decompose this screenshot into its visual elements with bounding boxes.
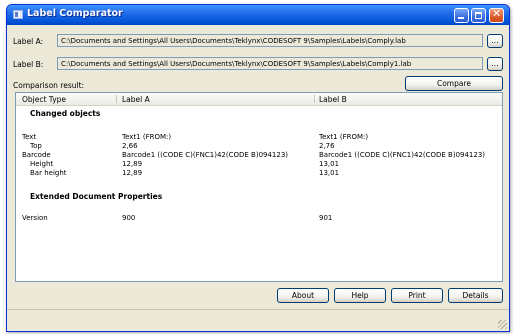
row-label-b-value: 901 [319, 214, 333, 222]
maximize-button[interactable] [471, 8, 486, 23]
label-a-path-field[interactable]: C:\Documents and Settings\All Users\Docu… [57, 34, 483, 47]
status-bar [7, 310, 509, 331]
minimize-button[interactable] [454, 8, 469, 23]
row-type: Height [30, 160, 54, 168]
app-icon [13, 10, 23, 19]
section-title-extended-document-properties: Extended Document Properties [30, 192, 163, 201]
section-title-changed-objects: Changed objects [30, 109, 101, 118]
label-comparator-window: Label Comparator ✕ Label A: C:\Documents… [6, 4, 510, 332]
row-label-a-value: 900 [122, 214, 136, 222]
maximize-icon [475, 12, 482, 19]
row-label-a-value: 12,89 [122, 169, 143, 177]
row-label-a-value: Barcode1 ((CODE C)(FNC1)42(CODE B)094123… [122, 151, 289, 159]
comparison-result-grid[interactable]: Object Type Label A Label B Changed obje… [15, 92, 503, 282]
row-type: Version [22, 214, 48, 222]
comparison-result-label: Comparison result: [13, 81, 85, 90]
column-header-object-type[interactable]: Object Type [22, 95, 66, 104]
label-b-path-field[interactable]: C:\Documents and Settings\All Users\Docu… [57, 57, 483, 70]
label-b-browse-button[interactable]: ... [487, 57, 503, 71]
row-label-b-value: 13,01 [319, 160, 340, 168]
column-header-label-b[interactable]: Label B [319, 95, 347, 104]
compare-button[interactable]: Compare [405, 76, 503, 91]
row-label-b-value: 13,01 [319, 169, 340, 177]
row-label-a-value: 2,66 [122, 142, 138, 150]
row-label-b-value: 2,76 [319, 142, 335, 150]
column-header-label-a[interactable]: Label A [122, 95, 150, 104]
label-a-caption: Label A: [13, 37, 44, 46]
column-divider[interactable] [116, 95, 117, 103]
row-type: Bar height [30, 169, 67, 177]
about-button[interactable]: About [277, 288, 329, 303]
row-type: Barcode [22, 151, 51, 159]
label-a-browse-button[interactable]: ... [487, 34, 503, 48]
resize-grip-icon[interactable] [498, 320, 507, 329]
column-divider[interactable] [314, 95, 315, 103]
title-bar[interactable]: Label Comparator ✕ [7, 5, 509, 25]
row-label-a-value: 12,89 [122, 160, 143, 168]
row-label-b-value: Text1 (FROM:) [319, 133, 369, 141]
close-button[interactable]: ✕ [489, 7, 504, 23]
details-button[interactable]: Details [448, 288, 503, 303]
row-label-a-value: Text1 (FROM:) [122, 133, 172, 141]
row-type: Top [30, 142, 42, 150]
label-b-caption: Label B: [13, 60, 44, 69]
close-icon: ✕ [492, 7, 502, 20]
print-button[interactable]: Print [391, 288, 443, 303]
help-button[interactable]: Help [334, 288, 386, 303]
window-title: Label Comparator [27, 8, 123, 19]
minimize-icon [458, 17, 464, 19]
row-label-b-value: Barcode1 ((CODE C)(FNC1)42(CODE B)094123… [319, 151, 486, 159]
grid-header: Object Type Label A Label B [16, 93, 502, 106]
row-type: Text [22, 133, 37, 141]
